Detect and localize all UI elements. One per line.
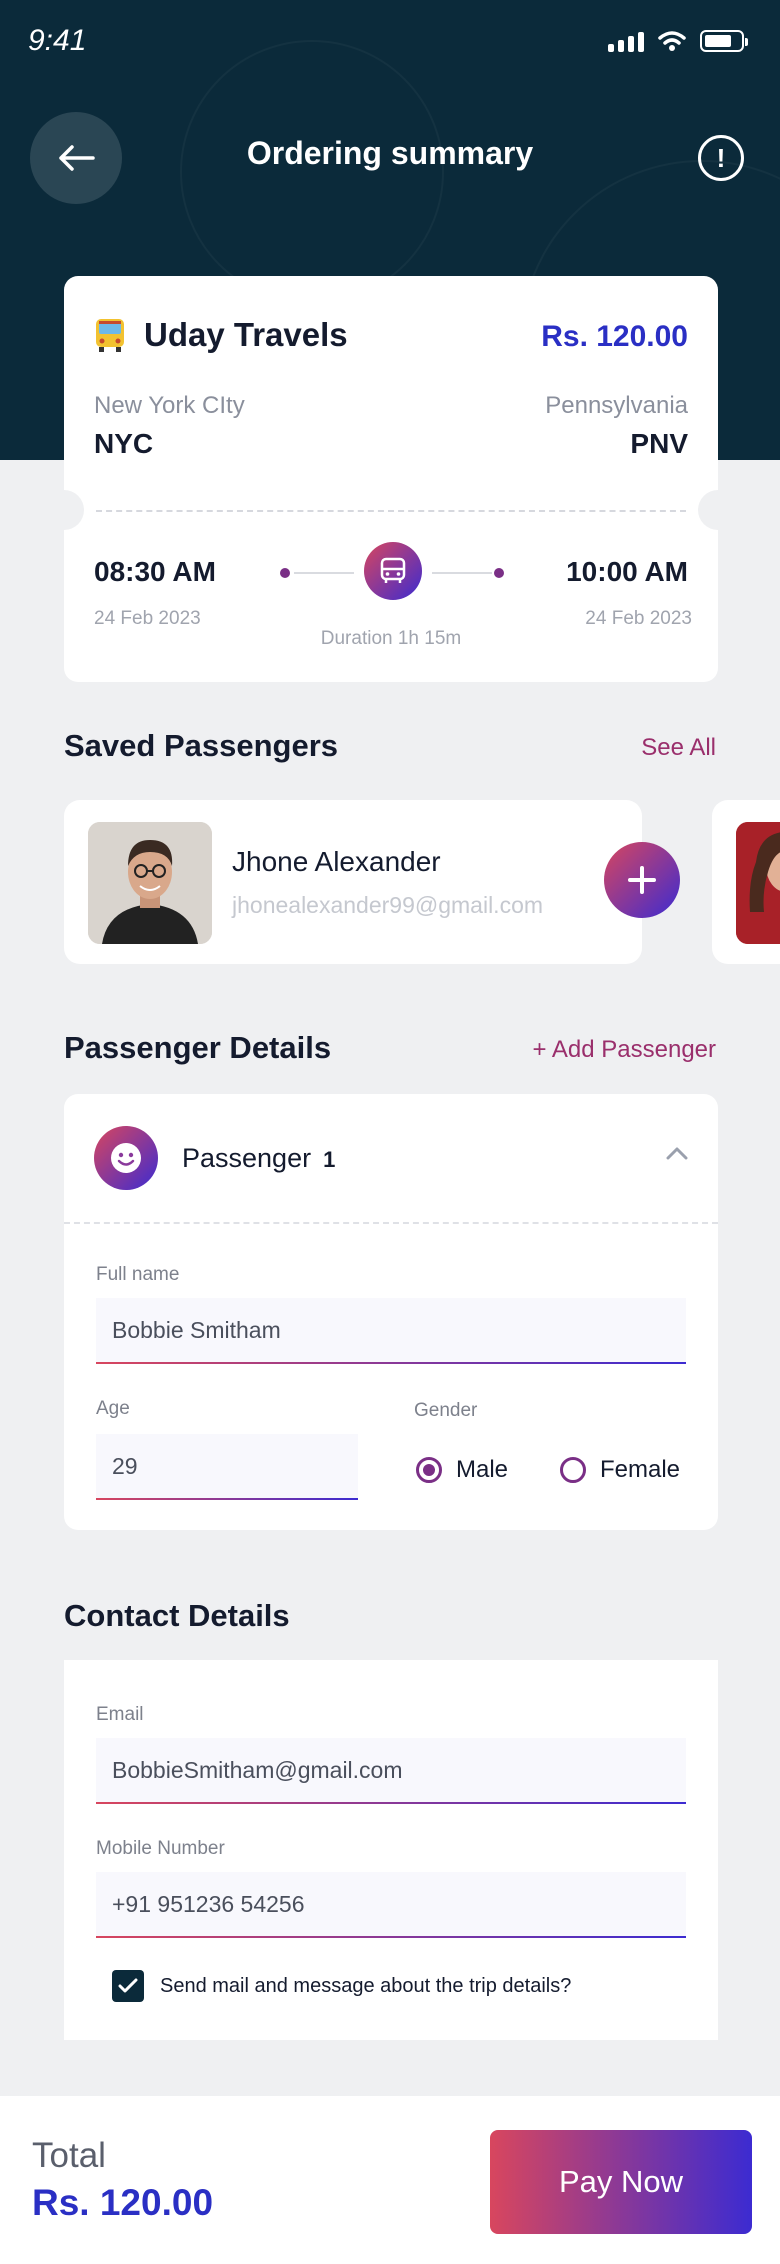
ticket-notch-left: [44, 490, 84, 530]
passenger-form-card: Passenger 1 Full name Bobbie Smitham Age …: [64, 1094, 718, 1530]
mobile-label: Mobile Number: [96, 1838, 225, 1859]
consent-text: Send mail and message about the trip det…: [160, 1974, 572, 1997]
saved-passenger-card-peek[interactable]: [712, 800, 780, 964]
saved-passengers-title: Saved Passengers: [64, 728, 339, 763]
form-divider: [64, 1222, 718, 1224]
route-start-dot: [280, 568, 290, 578]
departure-time: 08:30 AM: [94, 556, 216, 587]
passenger-name: Jhone Alexander: [232, 846, 441, 877]
bus-logo-icon: [96, 319, 124, 352]
ordering-summary-screen: 9:41 Ordering summary ! Uday Travels Rs.…: [0, 0, 780, 2264]
ticket-notch-right: [698, 490, 738, 530]
passenger-badge: [94, 1126, 158, 1190]
check-icon: [118, 1978, 138, 1993]
mobile-field[interactable]: +91 951236 54256: [96, 1872, 686, 1938]
passenger-email: jhonealexander99@gmail.com: [232, 892, 544, 918]
age-label: Age: [96, 1398, 130, 1419]
avatar: [88, 822, 212, 944]
route-line: [432, 572, 492, 574]
decorative-circle: [180, 40, 444, 304]
full-name-field[interactable]: Bobbie Smitham: [96, 1298, 686, 1364]
gender-male-radio[interactable]: Male: [416, 1456, 508, 1484]
consent-checkbox[interactable]: [112, 1970, 144, 2002]
saved-passenger-card[interactable]: Jhone Alexander jhonealexander99@gmail.c…: [64, 800, 642, 964]
route-indicator: [280, 542, 504, 602]
contact-form-card: Email BobbieSmitham@gmail.com Mobile Num…: [64, 1660, 718, 2040]
status-icons: [608, 30, 748, 52]
plus-icon: [628, 866, 656, 894]
route-end-dot: [494, 568, 504, 578]
info-button[interactable]: !: [698, 135, 744, 181]
departure-date: 24 Feb 2023: [94, 608, 201, 629]
battery-icon: [700, 30, 748, 52]
checkout-bar: Total Rs. 120.00 Pay Now: [0, 2096, 780, 2264]
add-passenger-link[interactable]: + Add Passenger: [533, 1036, 716, 1064]
radio-checked-icon: [416, 1457, 442, 1483]
total-value: Rs. 120.00: [32, 2182, 214, 2223]
trip-price: Rs. 120.00: [541, 320, 688, 353]
info-icon: !: [716, 142, 726, 173]
gender-label: Gender: [414, 1400, 478, 1421]
status-time: 9:41: [28, 24, 87, 57]
email-label: Email: [96, 1704, 144, 1725]
wifi-icon: [658, 31, 686, 51]
see-all-link[interactable]: See All: [641, 734, 716, 762]
arrival-date: 24 Feb 2023: [585, 608, 692, 629]
gender-female-label: Female: [600, 1456, 681, 1483]
arrival-time: 10:00 AM: [566, 556, 688, 587]
page-title: Ordering summary: [246, 135, 534, 171]
avatar: [736, 822, 780, 944]
radio-unchecked-icon: [560, 1457, 586, 1483]
person-photo: [736, 822, 780, 944]
passenger-details-title: Passenger Details: [64, 1030, 332, 1065]
smile-icon: [111, 1143, 141, 1173]
company-name: Uday Travels: [144, 316, 348, 353]
trip-summary-card: Uday Travels Rs. 120.00 New York CIty NY…: [44, 276, 738, 682]
route-line: [294, 572, 354, 574]
add-passenger-button[interactable]: [604, 842, 680, 918]
origin-city: New York CIty: [94, 392, 245, 419]
gender-male-label: Male: [456, 1456, 509, 1483]
signal-icon: [608, 32, 644, 52]
passenger-number: 1: [323, 1146, 336, 1172]
email-field[interactable]: BobbieSmitham@gmail.com: [96, 1738, 686, 1804]
passenger-header[interactable]: Passenger 1: [94, 1126, 335, 1190]
consent-row: Send mail and message about the trip det…: [112, 1970, 571, 2002]
chevron-up-icon[interactable]: [666, 1146, 688, 1160]
trip-duration: Duration 1h 15m: [320, 628, 462, 649]
destination-code: PNV: [630, 428, 688, 459]
contact-details-title: Contact Details: [64, 1598, 290, 1633]
passenger-label: Passenger 1: [182, 1142, 336, 1173]
bus-badge: [364, 542, 422, 600]
pay-now-button[interactable]: Pay Now: [490, 2130, 752, 2234]
person-photo: [88, 822, 212, 944]
origin-code: NYC: [94, 428, 154, 459]
ticket-divider: [96, 510, 686, 512]
bus-icon: [380, 557, 406, 583]
gender-female-radio[interactable]: Female: [560, 1456, 680, 1484]
age-field[interactable]: 29: [96, 1434, 358, 1500]
destination-city: Pennsylvania: [545, 392, 688, 419]
full-name-label: Full name: [96, 1264, 180, 1285]
company: Uday Travels: [94, 316, 348, 354]
total-label: Total: [32, 2136, 106, 2175]
